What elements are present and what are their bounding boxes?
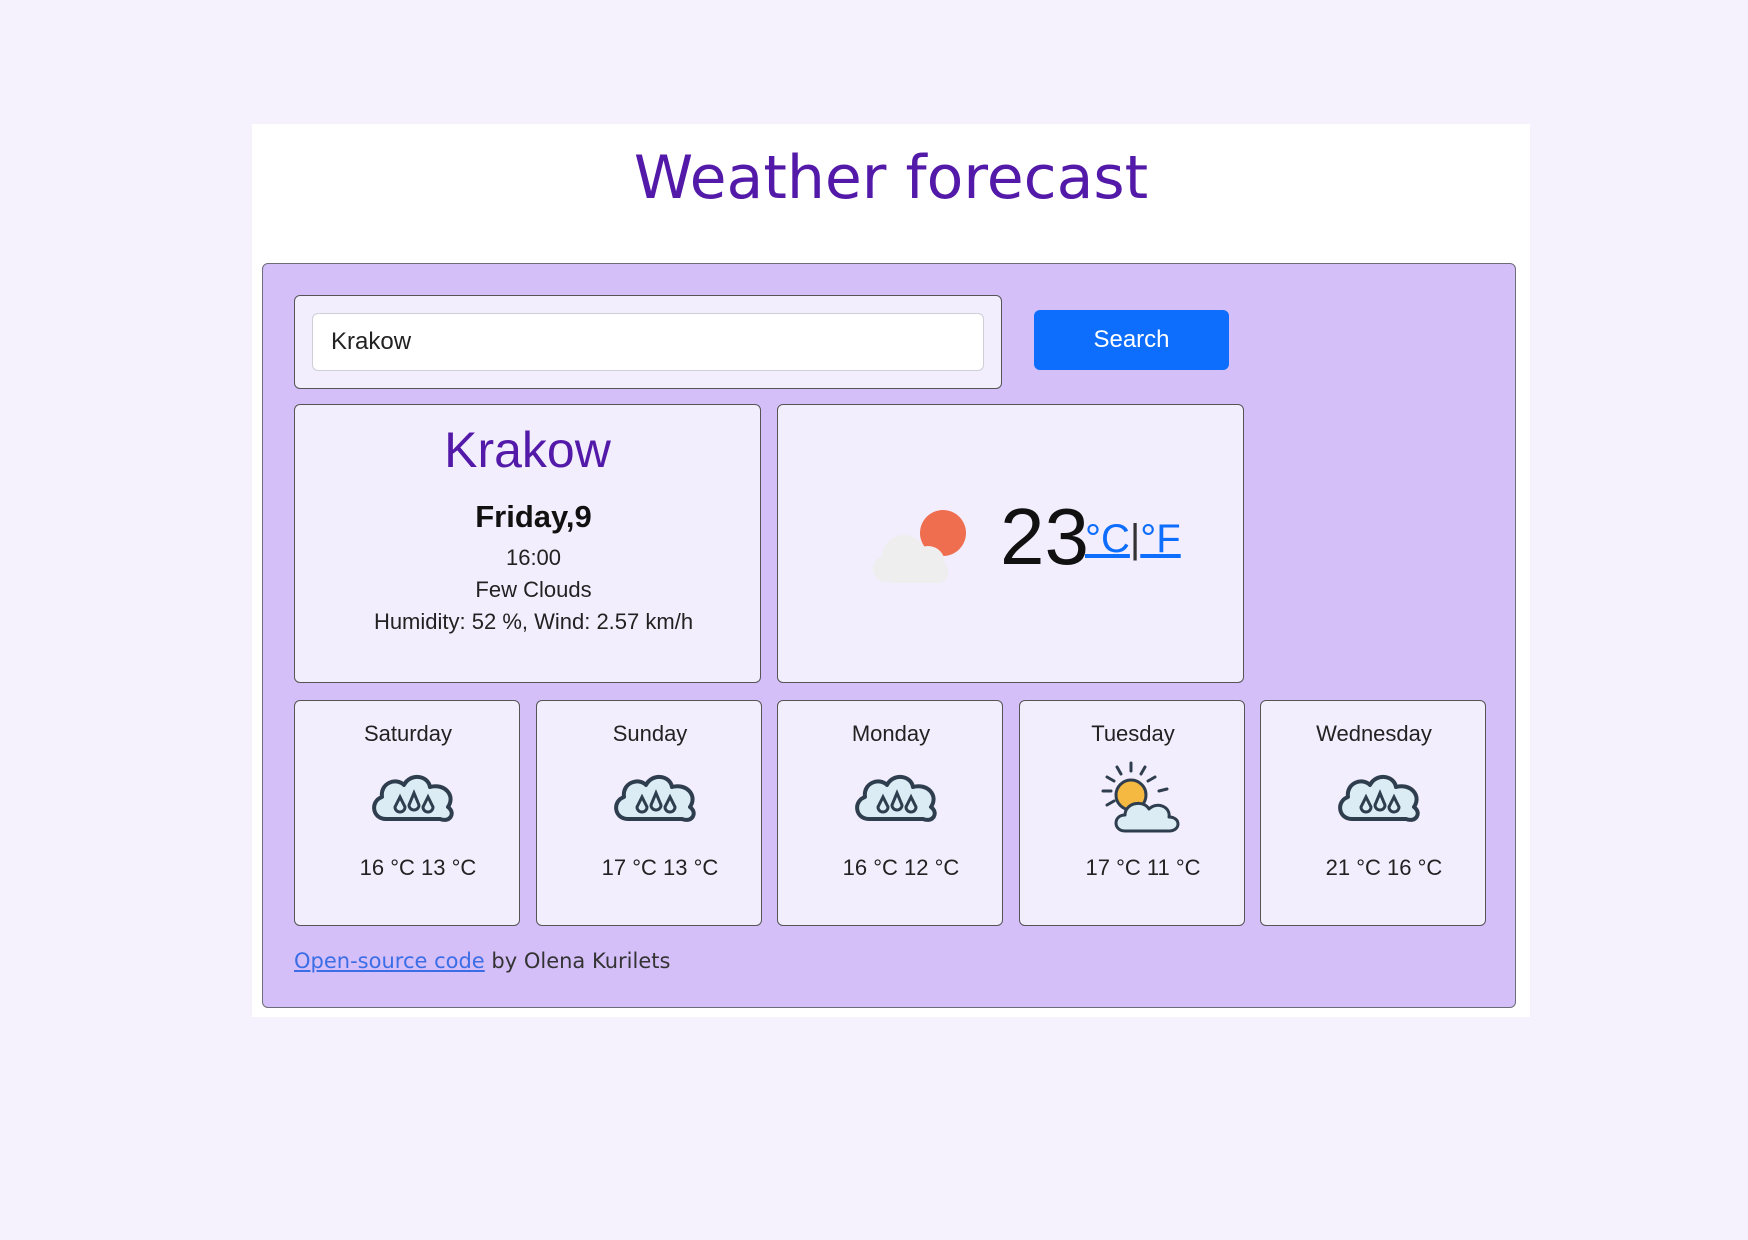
forecast-day-name: Sunday (612, 721, 688, 746)
forecast-day-name: Tuesday (1091, 721, 1175, 746)
rain-cloud-icon (614, 775, 696, 822)
forecast-temperatures: 16 °C 13 °C (359, 855, 477, 880)
footer-author: by Olena Kurilets (484, 949, 671, 973)
current-city-card: Krakow Friday,9 16:00 Few Clouds Humidit… (294, 404, 761, 683)
open-source-link[interactable]: Open-source code (294, 949, 485, 973)
search-form (294, 295, 1002, 389)
current-temperature-card: 23 °C|°F (777, 404, 1244, 683)
current-date: Friday,9 (475, 499, 592, 534)
rain-cloud-icon (855, 775, 937, 822)
city-search-input[interactable] (312, 313, 984, 371)
current-temperature-value: 23 (1000, 492, 1089, 581)
forecast-temperatures: 17 °C 11 °C (1085, 855, 1201, 880)
search-button[interactable]: Search (1034, 310, 1229, 370)
forecast-temperatures: 17 °C 13 °C (601, 855, 719, 880)
unit-separator: | (1129, 517, 1141, 561)
current-time: 16:00 (505, 545, 562, 570)
city-name: Krakow (444, 422, 611, 478)
celsius-link[interactable]: °C (1085, 517, 1130, 561)
humidity-wind-details: Humidity: 52 %, Wind: 2.57 km/h (373, 609, 694, 634)
rain-cloud-icon (372, 775, 454, 822)
forecast-day-card: Monday 16 °C 12 °C (777, 700, 1003, 926)
forecast-day-card: Saturday 16 °C 13 °C (294, 700, 520, 926)
forecast-temperatures: 21 °C 16 °C (1325, 855, 1443, 880)
forecast-temperatures: 16 °C 12 °C (842, 855, 960, 880)
sun-behind-cloud-icon (1101, 761, 1180, 833)
forecast-day-name: Saturday (363, 721, 453, 746)
app-container: Weather forecast Search Krakow Friday,9 … (252, 124, 1530, 1017)
unit-toggle: °C|°F (1085, 519, 1181, 559)
forecast-day-card: Tuesday 17 °C 11 °C (1019, 700, 1245, 926)
forecast-day-name: Monday (851, 721, 931, 746)
rain-cloud-icon (1338, 775, 1420, 822)
forecast-day-card: Sunday 17 °C 13 °C (536, 700, 762, 926)
fahrenheit-link[interactable]: °F (1140, 517, 1180, 561)
weather-panel: Search Krakow Friday,9 16:00 Few Clouds … (262, 263, 1516, 1008)
forecast-day-name: Wednesday (1316, 721, 1432, 746)
forecast-day-card: Wednesday 21 °C 16 °C (1260, 700, 1486, 926)
few-clouds-icon (873, 510, 966, 583)
footer: Open-source code by Olena Kurilets (294, 949, 670, 973)
weather-description: Few Clouds (475, 577, 592, 602)
page-title: Weather forecast (633, 143, 1149, 213)
